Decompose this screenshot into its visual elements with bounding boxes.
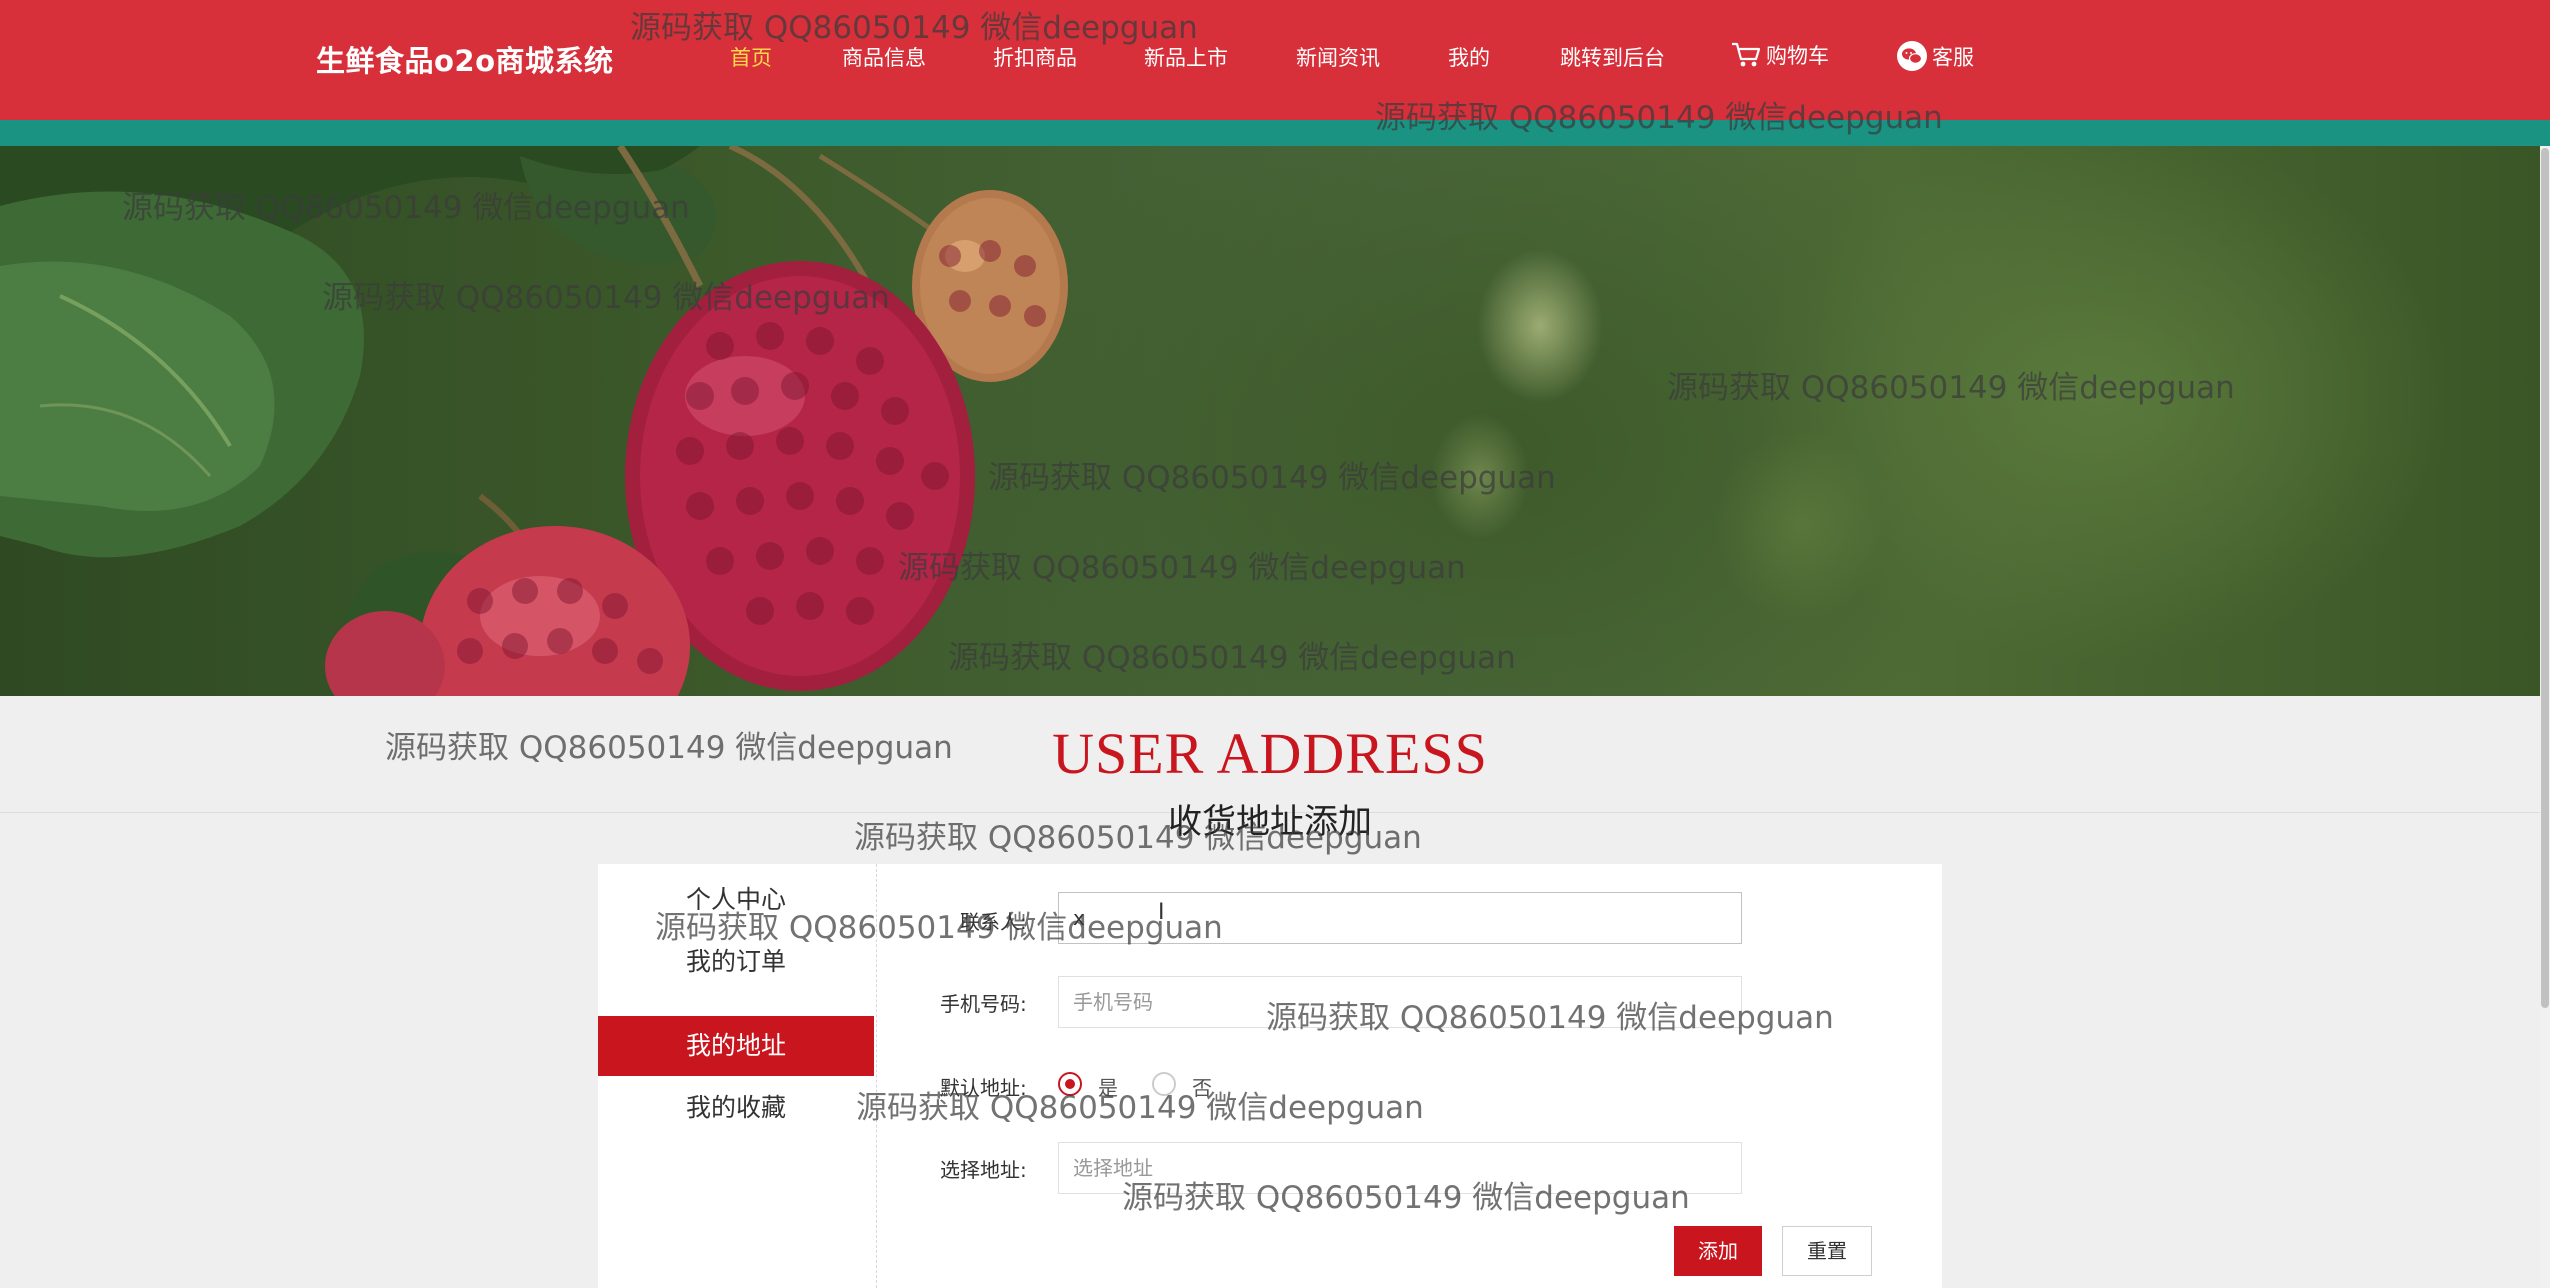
header-accent-strip: [0, 120, 2550, 146]
add-button[interactable]: 添加: [1674, 1226, 1762, 1276]
select-address-label: 选择地址:: [940, 1158, 1027, 1182]
nav-cart-label: 购物车: [1766, 44, 1829, 68]
watermark: 源码获取 QQ86050149 微信deepguan: [948, 640, 1516, 676]
watermark: 源码获取 QQ86050149 微信deepguan: [1266, 1000, 1834, 1036]
watermark: 源码获取 QQ86050149 微信deepguan: [1375, 100, 1943, 136]
sidebar-item-label: 我的收藏: [686, 1093, 787, 1122]
nav-customer-service[interactable]: 客服: [1896, 40, 1974, 77]
nav-backend[interactable]: 跳转到后台: [1560, 42, 1665, 72]
sidebar-item-address[interactable]: 我的地址: [598, 1016, 874, 1076]
raspberry-illustration: [0, 146, 1068, 696]
watermark: 源码获取 QQ86050149 微信deepguan: [630, 10, 1198, 46]
watermark: 源码获取 QQ86050149 微信deepguan: [898, 550, 1466, 586]
reset-button[interactable]: 重置: [1782, 1226, 1872, 1276]
scrollbar-thumb[interactable]: [2541, 148, 2549, 1008]
site-brand[interactable]: 生鲜食品o2o商城系统: [316, 38, 614, 80]
watermark: 源码获取 QQ86050149 微信deepguan: [988, 460, 1556, 496]
hero-banner: [0, 146, 2540, 696]
cart-icon: [1730, 41, 1762, 74]
section-title: USER ADDRESS: [1052, 721, 1488, 786]
nav-cart[interactable]: 购物车: [1730, 40, 1829, 74]
watermark: 源码获取 QQ86050149 微信deepguan: [122, 190, 690, 226]
wechat-icon: [1896, 40, 1928, 77]
watermark: 源码获取 QQ86050149 微信deepguan: [385, 730, 953, 766]
sidebar-item-label: 我的地址: [686, 1031, 787, 1060]
watermark: 源码获取 QQ86050149 微信deepguan: [854, 820, 1422, 856]
watermark: 源码获取 QQ86050149 微信deepguan: [1667, 370, 2235, 406]
nav-news[interactable]: 新闻资讯: [1296, 42, 1380, 72]
watermark: 源码获取 QQ86050149 微信deepguan: [322, 280, 890, 316]
sidebar-item-favorites[interactable]: 我的收藏: [598, 1078, 874, 1138]
phone-label: 手机号码:: [940, 992, 1027, 1016]
nav-customer-service-label: 客服: [1932, 45, 1974, 70]
nav-mine[interactable]: 我的: [1448, 42, 1490, 72]
watermark: 源码获取 QQ86050149 微信deepguan: [655, 910, 1223, 946]
watermark: 源码获取 QQ86050149 微信deepguan: [1122, 1180, 1690, 1216]
watermark: 源码获取 QQ86050149 微信deepguan: [856, 1090, 1424, 1126]
